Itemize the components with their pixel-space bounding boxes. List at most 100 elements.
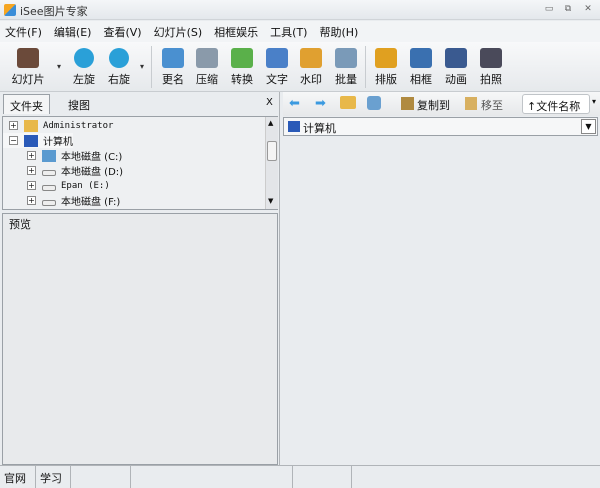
menu-tools[interactable]: 工具(T): [270, 24, 307, 40]
toolbar-button-watermark[interactable]: 水印: [294, 48, 328, 90]
toolbar-label: 转换: [231, 73, 253, 86]
toolbar-button-rotate-right[interactable]: 右旋: [102, 48, 136, 90]
restore-button[interactable]: ⧉: [562, 4, 574, 14]
tree-item-label: 本地磁盘 (F:): [61, 197, 121, 208]
toolbar: 幻灯片 左旋 右旋 更名 压缩 转换 文字 水印 批量 排版 相框 动画 拍照 ▾ ▾: [0, 42, 600, 92]
status-cell: [352, 466, 600, 488]
rotate-dropdown-icon[interactable]: ▾: [140, 62, 144, 71]
expand-icon[interactable]: +: [27, 151, 36, 160]
status-bar: 官网 学习: [0, 465, 600, 488]
tree-item-label: Epan (E:): [61, 180, 110, 191]
move-to-icon: [465, 97, 477, 110]
toolbar-button-rotate-left[interactable]: 左旋: [67, 48, 101, 90]
toolbar-label: 更名: [162, 73, 184, 86]
status-learn[interactable]: 学习: [36, 466, 71, 488]
batch-icon: [335, 48, 357, 68]
minimize-button[interactable]: ▭: [543, 4, 555, 14]
film-reel-icon: [17, 48, 39, 68]
expand-icon[interactable]: +: [9, 121, 18, 130]
tree-item-label: 计算机: [43, 137, 73, 148]
tree-scrollbar[interactable]: ▲ ▼: [265, 117, 278, 209]
preview-label: 预览: [9, 218, 31, 231]
address-dropdown-icon[interactable]: ▼: [581, 119, 596, 134]
status-cell: [71, 466, 131, 488]
toolbar-label: 水印: [300, 73, 322, 86]
close-button[interactable]: ✕: [582, 4, 594, 14]
tree-item[interactable]: + 本地磁盘 (F:): [3, 193, 120, 208]
computer-icon: [24, 134, 38, 147]
toolbar-label: 文字: [266, 73, 288, 86]
address-bar[interactable]: 计算机 ▼: [283, 117, 598, 136]
tree-item[interactable]: + 本地磁盘 (D:): [3, 163, 123, 178]
watermark-icon: [300, 48, 322, 68]
expand-icon[interactable]: +: [27, 196, 36, 205]
copy-to-button[interactable]: 复制到: [417, 97, 450, 113]
toolbar-button-rename[interactable]: 更名: [156, 48, 190, 90]
rename-icon: [162, 48, 184, 68]
drive-icon: [42, 169, 56, 176]
toolbar-label: 动画: [445, 73, 467, 86]
toolbar-label: 右旋: [108, 73, 130, 86]
convert-icon: [231, 48, 253, 68]
toolbar-button-layout[interactable]: 排版: [369, 48, 403, 90]
tree-item[interactable]: + Administrator: [3, 118, 113, 133]
toolbar-label: 排版: [375, 73, 397, 86]
system-drive-icon: [42, 149, 56, 162]
window-title: iSee图片专家: [20, 5, 88, 18]
sort-dropdown-icon[interactable]: ▾: [592, 97, 596, 106]
move-to-button[interactable]: 移至: [481, 97, 503, 113]
slideshow-dropdown-icon[interactable]: ▾: [57, 62, 61, 71]
back-icon[interactable]: ⬅: [289, 96, 300, 111]
tab-folders[interactable]: 文件夹: [3, 94, 50, 114]
toolbar-label: 左旋: [73, 73, 95, 86]
drive-icon: [42, 184, 56, 191]
nav-toolbar: ⬅ ➡ 复制到 移至 ↑文件名称 ▾: [283, 92, 600, 116]
tab-search-image[interactable]: 搜图: [62, 94, 96, 114]
toolbar-button-camera[interactable]: 拍照: [474, 48, 508, 90]
rotate-left-icon: [74, 48, 94, 68]
forward-icon[interactable]: ➡: [315, 96, 326, 111]
toolbar-button-animation[interactable]: 动画: [439, 48, 473, 90]
toolbar-label: 拍照: [480, 73, 502, 86]
menu-file[interactable]: 文件(F): [5, 24, 42, 40]
drive-icon: [42, 199, 56, 206]
menu-slideshow[interactable]: 幻灯片(S): [154, 24, 203, 40]
toolbar-separator: [151, 46, 152, 88]
preview-panel: 预览: [2, 213, 278, 465]
refresh-icon[interactable]: [367, 96, 381, 110]
compress-icon: [196, 48, 218, 68]
expand-icon[interactable]: +: [27, 166, 36, 175]
menu-help[interactable]: 帮助(H): [319, 24, 358, 40]
menu-view[interactable]: 查看(V): [103, 24, 141, 40]
computer-icon: [288, 121, 300, 132]
toolbar-button-convert[interactable]: 转换: [225, 48, 259, 90]
toolbar-label: 相框: [410, 73, 432, 86]
rotate-right-icon: [109, 48, 129, 68]
menu-bar: 文件(F) 编辑(E) 查看(V) 幻灯片(S) 相框娱乐 工具(T) 帮助(H…: [0, 21, 600, 42]
toolbar-button-photo-frame[interactable]: 相框: [404, 48, 438, 90]
tree-item[interactable]: − 计算机: [3, 133, 73, 148]
expand-icon[interactable]: +: [27, 181, 36, 190]
animation-icon: [445, 48, 467, 68]
toolbar-label: 批量: [335, 73, 357, 86]
collapse-icon[interactable]: −: [9, 136, 18, 145]
menu-edit[interactable]: 编辑(E): [54, 24, 92, 40]
up-folder-icon[interactable]: [340, 96, 356, 109]
sort-by-button[interactable]: ↑文件名称: [522, 94, 590, 114]
app-icon: [4, 4, 16, 16]
toolbar-button-compress[interactable]: 压缩: [190, 48, 224, 90]
status-website[interactable]: 官网: [0, 466, 36, 488]
toolbar-button-batch[interactable]: 批量: [329, 48, 363, 90]
folder-tree: + Administrator − 计算机 + 本地磁盘 (C:) + 本地磁盘 (D:) + E…: [2, 116, 278, 210]
tree-item[interactable]: + 本地磁盘 (C:): [3, 148, 122, 163]
address-path: 计算机: [303, 122, 336, 135]
file-list[interactable]: [283, 137, 600, 465]
photo-frame-icon: [410, 48, 432, 68]
menu-frame-fun[interactable]: 相框娱乐: [214, 24, 258, 40]
toolbar-button-film-reel[interactable]: 幻灯片: [11, 48, 45, 90]
status-cell: [131, 466, 293, 488]
close-pane-button[interactable]: X: [266, 97, 273, 108]
tree-item[interactable]: + Epan (E:): [3, 178, 110, 193]
title-bar: iSee图片专家 ▭ ⧉ ✕: [0, 0, 600, 20]
toolbar-button-text[interactable]: 文字: [260, 48, 294, 90]
